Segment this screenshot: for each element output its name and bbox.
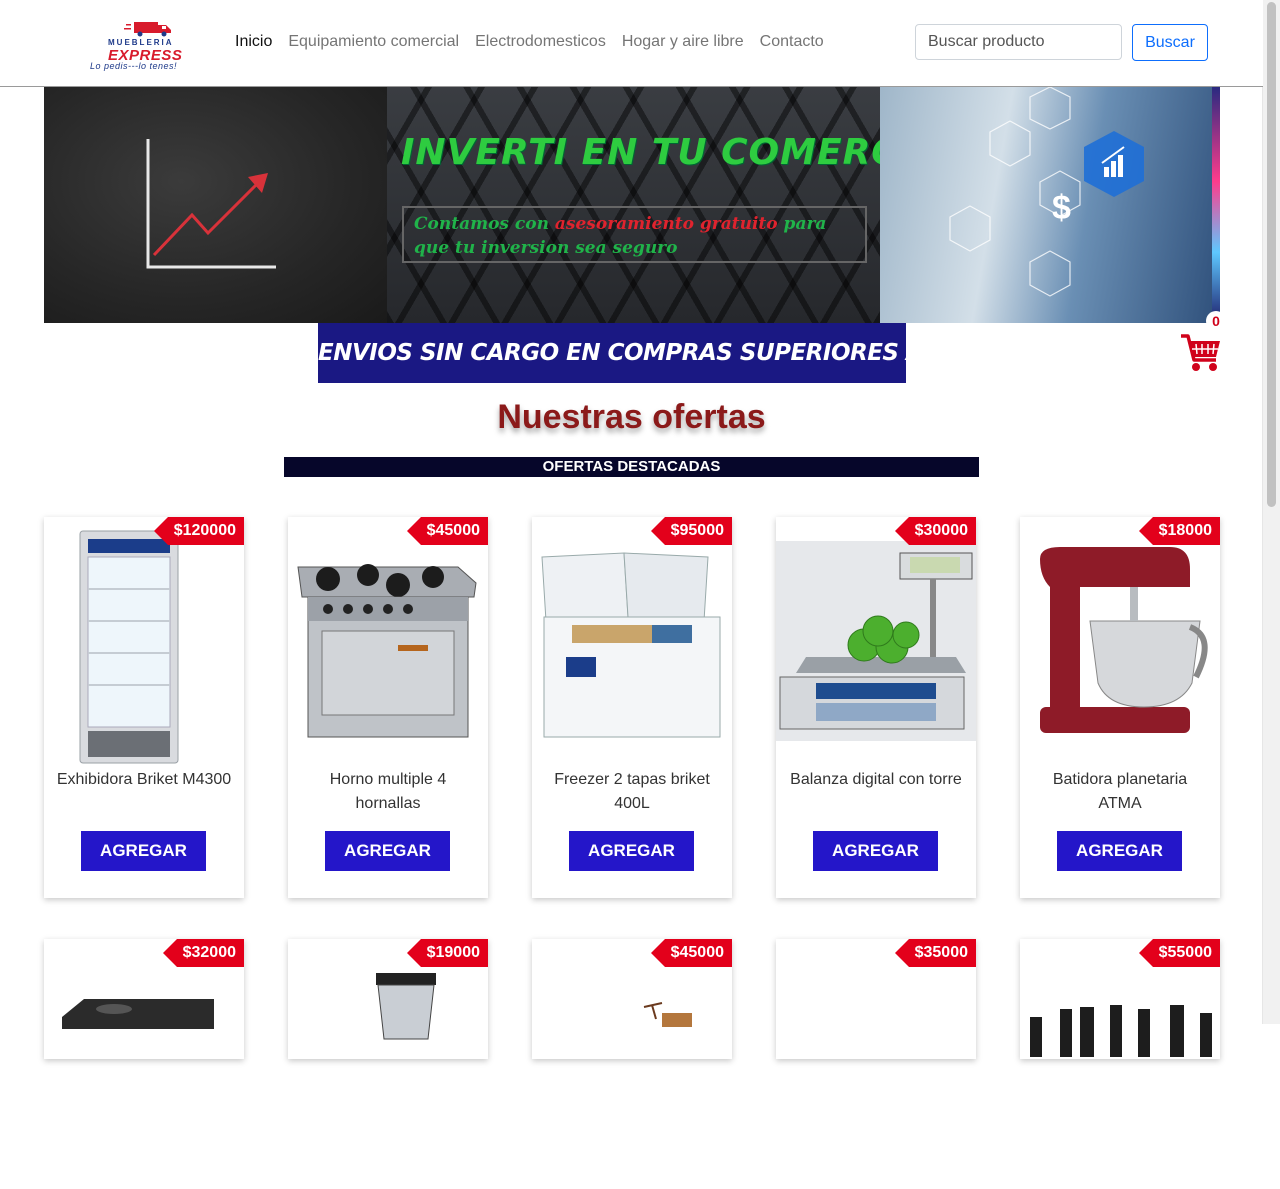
scrollbar-thumb[interactable] [1267, 2, 1276, 507]
hero-subtext-highlight: asesoramiento gratuito [554, 214, 778, 234]
scale-image[interactable] [776, 517, 976, 767]
hero-banner[interactable]: INVERTI EN TU COMERCIO Contamos con ases… [44, 87, 1220, 323]
product-card: $18000 Batidora planetaria ATMA AGREGAR [1020, 517, 1220, 898]
product-card: $45000 Horno multiple 4 hornallas AGREGA… [288, 517, 488, 898]
price-tag: $18000 [1138, 517, 1220, 545]
logo[interactable]: MUEBLERIA EXPRESS Lo pedis---lo tenes! [88, 18, 212, 74]
price-tag: $45000 [406, 517, 488, 545]
product-name: Batidora planetaria ATMA [1052, 771, 1188, 812]
featured-offers-bar: OFERTAS DESTACADAS [284, 457, 979, 477]
nav-contacto[interactable]: Contacto [752, 31, 832, 53]
oven-image[interactable] [288, 517, 488, 767]
dollar-icon: $ [1052, 189, 1071, 227]
add-to-cart-button[interactable]: AGREGAR [81, 831, 206, 871]
product-name: Freezer 2 tapas briket 400L [554, 771, 710, 812]
navbar: MUEBLERIA EXPRESS Lo pedis---lo tenes! I… [0, 0, 1263, 87]
main-nav: Inicio Equipamiento comercial Electrodom… [227, 31, 832, 53]
add-to-cart-button[interactable]: AGREGAR [1057, 831, 1182, 871]
add-to-cart-button[interactable]: AGREGAR [813, 831, 938, 871]
mixer-image[interactable] [1020, 517, 1220, 767]
hero-subtext-a: Contamos con [414, 214, 555, 234]
vertical-scrollbar[interactable] [1262, 0, 1280, 1024]
section-title: Nuestras ofertas [497, 398, 766, 436]
search-button[interactable]: Buscar [1132, 24, 1208, 61]
product-card: $32000 [44, 939, 244, 1059]
nav-electrodomesticos[interactable]: Electrodomesticos [467, 31, 614, 53]
business-icons-image: $ [880, 87, 1220, 323]
price-tag: $95000 [650, 517, 732, 545]
product-card: $120000 Exhibidora Briket M4300 AGREGAR [44, 517, 244, 898]
price-tag: $32000 [162, 939, 244, 967]
hex-background-panel: INVERTI EN TU COMERCIO Contamos con ases… [387, 87, 944, 323]
product-card: $19000 [288, 939, 488, 1059]
nav-inicio[interactable]: Inicio [227, 31, 280, 53]
product-card: $30000 Balanza digital con torre AGREGAR [776, 517, 976, 898]
product-name: Horno multiple 4 hornallas [329, 771, 447, 812]
decorative-strip [1212, 87, 1220, 323]
hero-headline: INVERTI EN TU COMERCIO [401, 132, 945, 173]
hero-subtext: Contamos con asesoramiento gratuito para… [402, 206, 867, 263]
price-tag: $19000 [406, 939, 488, 967]
bicycle-image[interactable] [532, 939, 732, 1189]
blender-image[interactable] [288, 939, 488, 1189]
free-shipping-banner: ENVIOS SIN CARGO EN COMPRAS SUPERIORES A… [318, 323, 1033, 383]
growth-chart-icon [146, 139, 276, 269]
price-tag: $35000 [894, 939, 976, 967]
freezer-image[interactable] [532, 517, 732, 767]
shopping-cart-icon[interactable] [1180, 330, 1222, 374]
logo-top-text: MUEBLERIA [108, 38, 174, 47]
product-card: $45000 [532, 939, 732, 1059]
fridge-image[interactable] [44, 517, 244, 767]
product-name: Balanza digital con torre [790, 771, 962, 788]
product-card: $35000 [776, 939, 976, 1059]
add-to-cart-button[interactable]: AGREGAR [325, 831, 450, 871]
nav-equipamiento-comercial[interactable]: Equipamiento comercial [280, 31, 467, 53]
search-input[interactable] [915, 24, 1122, 60]
chalkboard-image [44, 87, 387, 323]
cart-count-badge: 0 [1206, 311, 1226, 331]
truck-icon [124, 22, 171, 37]
product-card: $55000 [1020, 939, 1220, 1059]
price-tag: $55000 [1138, 939, 1220, 967]
grill-image[interactable] [44, 939, 244, 1189]
nav-hogar-aire-libre[interactable]: Hogar y aire libre [614, 31, 752, 53]
product-name: Exhibidora Briket M4300 [56, 771, 232, 788]
product-image[interactable] [776, 939, 976, 1189]
product-image[interactable] [1020, 939, 1220, 1189]
add-to-cart-button[interactable]: AGREGAR [569, 831, 694, 871]
product-card: $95000 Freezer 2 tapas briket 400L AGREG… [532, 517, 732, 898]
price-tag: $30000 [894, 517, 976, 545]
business-network-icons: $ [949, 87, 1144, 297]
logo-tagline: Lo pedis---lo tenes! [90, 61, 178, 71]
price-tag: $120000 [153, 517, 244, 545]
price-tag: $45000 [650, 939, 732, 967]
